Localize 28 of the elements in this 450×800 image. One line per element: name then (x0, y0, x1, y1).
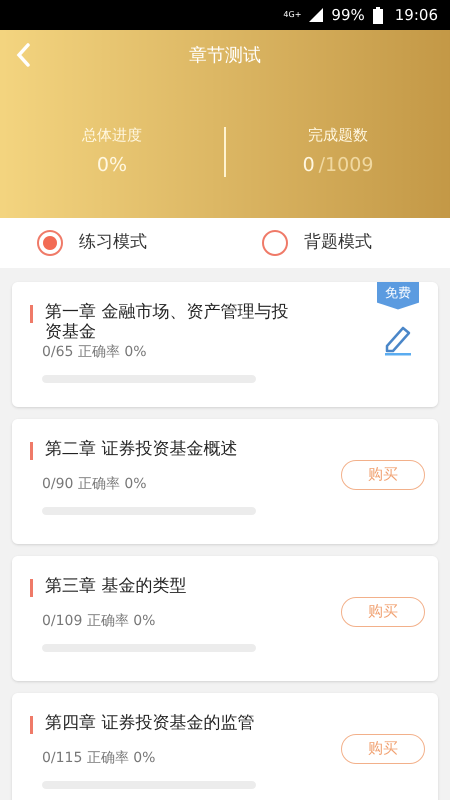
free-badge: 免费 (377, 282, 419, 310)
chapter-stats: 0/109 正确率 0% (41, 612, 156, 631)
radio-icon (37, 230, 63, 256)
progress-label: 总体进度 (82, 125, 142, 146)
completed-label: 完成题数 (308, 125, 368, 146)
radio-icon (262, 230, 288, 256)
chapter-title: 第四章 证券投资基金的监管 (45, 713, 256, 733)
chapter-card[interactable]: 第二章 证券投资基金概述 0/90 正确率 0% 购买 (12, 419, 438, 544)
battery-icon (372, 6, 383, 24)
network-indicator: 4G+ (283, 11, 302, 19)
chapter-card[interactable]: 第三章 基金的类型 0/109 正确率 0% 购买 (12, 556, 438, 681)
signal-icon (309, 8, 324, 22)
chapter-title: 第二章 证券投资基金概述 (45, 439, 238, 459)
progress-value: 0% (96, 152, 128, 178)
battery-percent: 99% (331, 4, 365, 26)
chapter-stats: 0/115 正确率 0% (41, 749, 156, 768)
chapter-title: 第一章 金融市场、资产管理与投资基金 (45, 302, 290, 342)
chapter-stats: 0/65 正确率 0% (41, 343, 148, 362)
completed-count: 0 (302, 152, 315, 178)
chapter-title: 第三章 基金的类型 (45, 576, 188, 596)
mode-radio[interactable]: 练习模式 (0, 230, 225, 256)
total-count: /1009 (318, 152, 374, 178)
mode-radio[interactable]: 背题模式 (225, 230, 450, 256)
chapter-card[interactable]: 第四章 证券投资基金的监管 0/115 正确率 0% 购买 (12, 693, 438, 800)
page-title: 章节测试 (189, 44, 261, 68)
chapter-card[interactable]: 第一章 金融市场、资产管理与投资基金 0/65 正确率 0% 免费 (12, 282, 438, 407)
chapter-stats: 0/90 正确率 0% (41, 475, 148, 494)
clock: 19:06 (394, 4, 438, 26)
